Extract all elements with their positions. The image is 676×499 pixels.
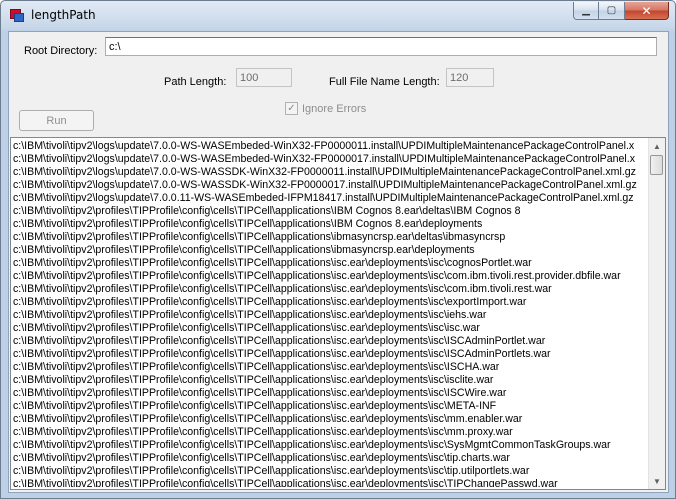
list-item[interactable]: c:\IBM\tivoli\tipv2\profiles\TIPProfile\… <box>13 322 648 335</box>
run-button-label: Run <box>46 114 67 127</box>
list-item[interactable]: c:\IBM\tivoli\tipv2\profiles\TIPProfile\… <box>13 205 648 218</box>
list-item[interactable]: c:\IBM\tivoli\tipv2\profiles\TIPProfile\… <box>13 478 648 487</box>
results-listbox[interactable]: c:\IBM\tivoli\tipv2\logs\update\7.0.0-WS… <box>10 137 666 490</box>
list-item[interactable]: c:\IBM\tivoli\tipv2\profiles\TIPProfile\… <box>13 426 648 439</box>
ignore-errors-label: Ignore Errors <box>302 102 367 115</box>
maximize-icon: ▢ <box>606 5 617 16</box>
app-icon[interactable] <box>10 9 24 22</box>
list-item[interactable]: c:\IBM\tivoli\tipv2\profiles\TIPProfile\… <box>13 439 648 452</box>
root-directory-label: Root Directory: <box>24 45 98 57</box>
root-directory-input[interactable] <box>105 37 657 56</box>
scroll-thumb[interactable] <box>650 155 663 175</box>
vertical-scrollbar[interactable]: ▲ ▼ <box>648 138 665 489</box>
checkmark-icon[interactable]: ✓ <box>285 102 298 115</box>
list-item[interactable]: c:\IBM\tivoli\tipv2\profiles\TIPProfile\… <box>13 400 648 413</box>
full-file-name-length-label: Full File Name Length: <box>329 76 440 88</box>
app-window: lengthPath ▁ ▢ ✕ Root Directory: Path Le… <box>0 0 676 499</box>
path-length-input[interactable] <box>236 68 292 87</box>
list-item[interactable]: c:\IBM\tivoli\tipv2\profiles\TIPProfile\… <box>13 309 648 322</box>
list-item[interactable]: c:\IBM\tivoli\tipv2\logs\update\7.0.0-WS… <box>13 140 648 153</box>
run-button[interactable]: Run <box>19 110 94 131</box>
results-list: c:\IBM\tivoli\tipv2\logs\update\7.0.0-WS… <box>13 140 648 487</box>
form-client-area: Root Directory: Path Length: Full File N… <box>8 31 669 493</box>
list-item[interactable]: c:\IBM\tivoli\tipv2\profiles\TIPProfile\… <box>13 231 648 244</box>
list-item[interactable]: c:\IBM\tivoli\tipv2\profiles\TIPProfile\… <box>13 270 648 283</box>
maximize-button[interactable]: ▢ <box>599 2 625 20</box>
minimize-button[interactable]: ▁ <box>573 2 599 20</box>
path-length-label: Path Length: <box>164 76 227 88</box>
list-item[interactable]: c:\IBM\tivoli\tipv2\profiles\TIPProfile\… <box>13 348 648 361</box>
list-item[interactable]: c:\IBM\tivoli\tipv2\profiles\TIPProfile\… <box>13 452 648 465</box>
list-item[interactable]: c:\IBM\tivoli\tipv2\profiles\TIPProfile\… <box>13 296 648 309</box>
list-item[interactable]: c:\IBM\tivoli\tipv2\profiles\TIPProfile\… <box>13 335 648 348</box>
caption-buttons: ▁ ▢ ✕ <box>573 2 669 21</box>
scroll-up-icon[interactable]: ▲ <box>649 138 665 154</box>
window-title: lengthPath <box>31 8 96 22</box>
list-item[interactable]: c:\IBM\tivoli\tipv2\profiles\TIPProfile\… <box>13 387 648 400</box>
list-item[interactable]: c:\IBM\tivoli\tipv2\profiles\TIPProfile\… <box>13 218 648 231</box>
close-icon: ✕ <box>641 3 652 18</box>
list-item[interactable]: c:\IBM\tivoli\tipv2\profiles\TIPProfile\… <box>13 374 648 387</box>
list-item[interactable]: c:\IBM\tivoli\tipv2\profiles\TIPProfile\… <box>13 361 648 374</box>
scroll-down-icon[interactable]: ▼ <box>649 473 665 489</box>
list-item[interactable]: c:\IBM\tivoli\tipv2\profiles\TIPProfile\… <box>13 244 648 257</box>
list-item[interactable]: c:\IBM\tivoli\tipv2\profiles\TIPProfile\… <box>13 413 648 426</box>
ignore-errors-checkbox[interactable]: ✓ Ignore Errors <box>285 102 366 115</box>
list-item[interactable]: c:\IBM\tivoli\tipv2\profiles\TIPProfile\… <box>13 257 648 270</box>
list-item[interactable]: c:\IBM\tivoli\tipv2\logs\update\7.0.0-WS… <box>13 179 648 192</box>
title-bar[interactable]: lengthPath ▁ ▢ ✕ <box>1 1 675 31</box>
list-item[interactable]: c:\IBM\tivoli\tipv2\profiles\TIPProfile\… <box>13 283 648 296</box>
close-button[interactable]: ✕ <box>625 2 669 20</box>
minimize-icon: ▁ <box>582 5 590 16</box>
list-item[interactable]: c:\IBM\tivoli\tipv2\logs\update\7.0.0-WS… <box>13 153 648 166</box>
list-item[interactable]: c:\IBM\tivoli\tipv2\logs\update\7.0.0-WS… <box>13 166 648 179</box>
list-item[interactable]: c:\IBM\tivoli\tipv2\logs\update\7.0.0.11… <box>13 192 648 205</box>
list-item[interactable]: c:\IBM\tivoli\tipv2\profiles\TIPProfile\… <box>13 465 648 478</box>
full-file-name-length-input[interactable] <box>446 68 494 87</box>
